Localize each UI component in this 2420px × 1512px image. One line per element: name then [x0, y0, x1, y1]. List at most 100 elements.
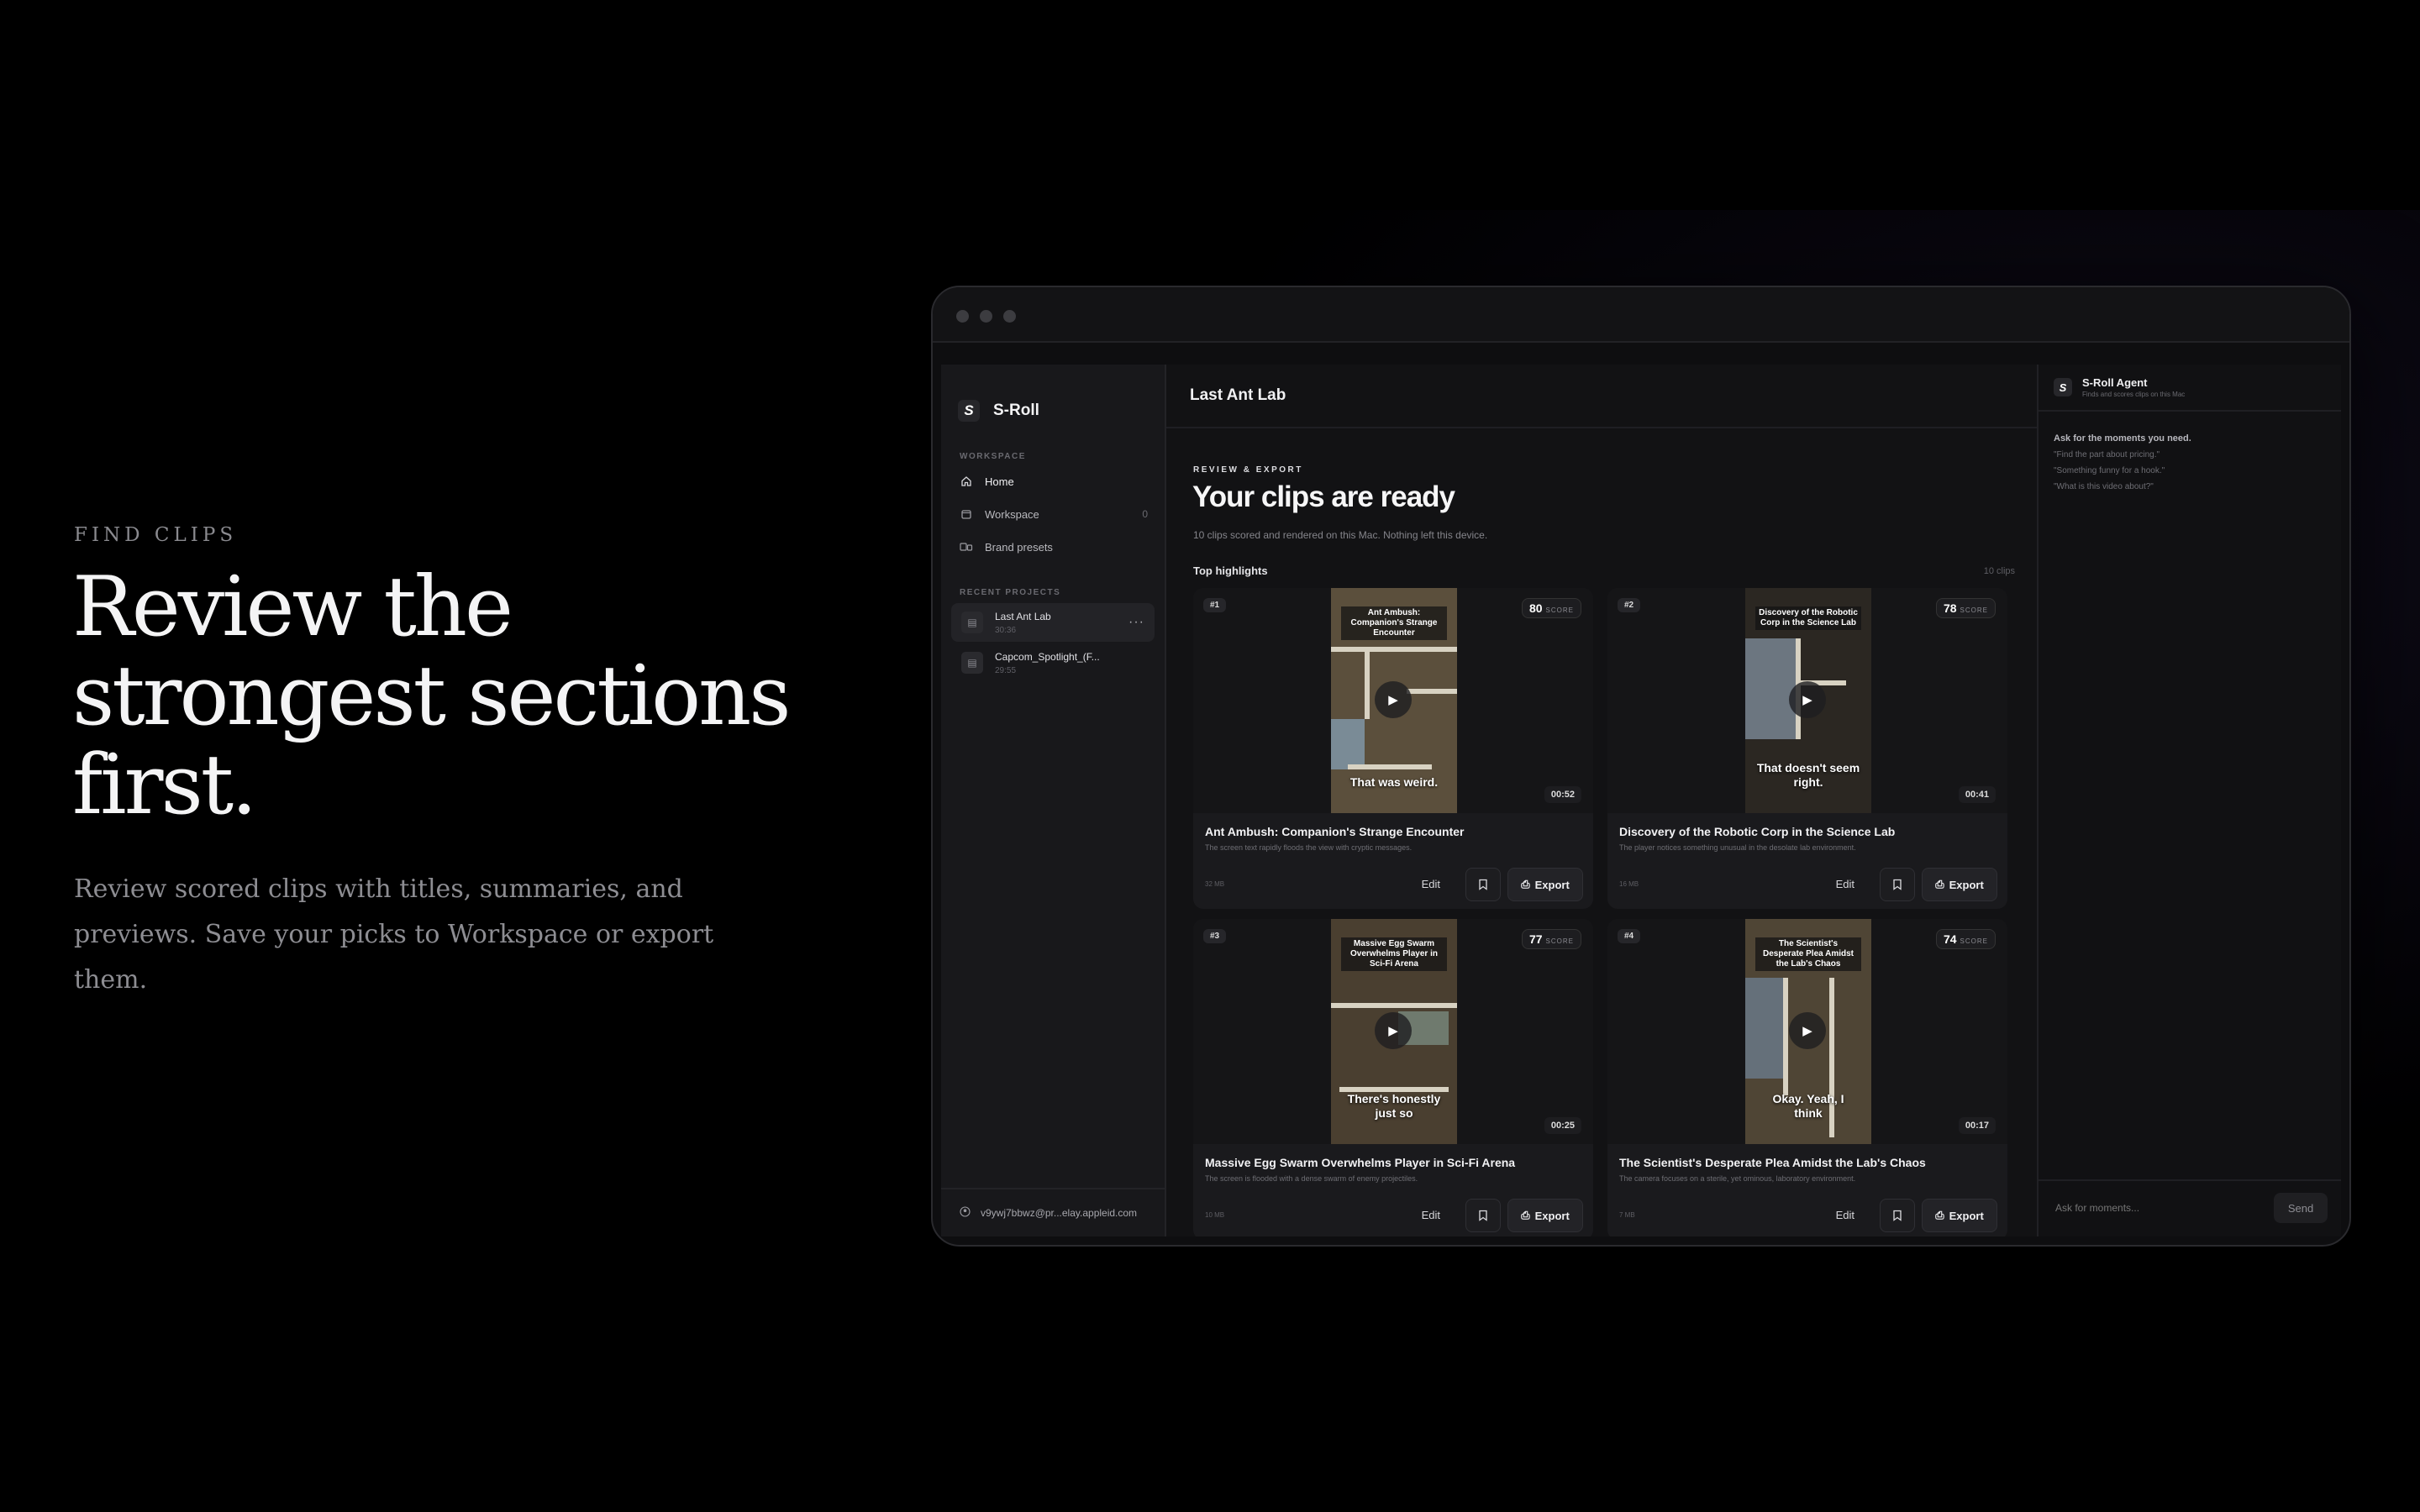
film-icon: ▤: [961, 652, 983, 674]
agent-panel: S S-Roll Agent Finds and scores clips on…: [2037, 365, 2341, 1236]
marketing-body: Review scored clips with titles, summari…: [74, 874, 714, 995]
recent-projects-label: RECENT PROJECTS: [960, 588, 1061, 597]
review-eyebrow: REVIEW & EXPORT: [1193, 465, 1303, 475]
clip-description: The camera focuses on a sterile, yet omi…: [1619, 1174, 1856, 1183]
clip-file-size: 32 MB: [1205, 880, 1225, 888]
score-value: 74: [1943, 932, 1957, 946]
film-icon: ▤: [961, 612, 983, 633]
clip-file-size: 16 MB: [1619, 880, 1639, 888]
sidebar: S S-Roll WORKSPACE Home Workspace 0 Bran…: [941, 365, 1166, 1236]
sidebar-item-label: Brand presets: [985, 540, 1053, 554]
score-label: SCORE: [1960, 937, 1988, 945]
agent-logo-icon: S: [2054, 378, 2072, 396]
score-label: SCORE: [1960, 606, 1988, 614]
bookmark-icon[interactable]: [1880, 868, 1915, 901]
clip-caption: Ant Ambush: Companion's Strange Encounte…: [1341, 606, 1447, 640]
workspace-count: 0: [1142, 508, 1148, 520]
export-button[interactable]: ⎙ Export: [1507, 1199, 1583, 1232]
clip-title: The Scientist's Desperate Plea Amidst th…: [1619, 1156, 1926, 1169]
clip-card[interactable]: Massive Egg Swarm Overwhelms Player in S…: [1193, 919, 1593, 1236]
bookmark-icon[interactable]: [1465, 1199, 1501, 1232]
page-subtitle: 10 clips scored and rendered on this Mac…: [1193, 529, 1488, 541]
agent-example-prompt[interactable]: "What is this video about?": [2054, 482, 2154, 491]
clip-duration: 00:17: [1958, 1117, 1996, 1134]
page-title: Your clips are ready: [1192, 480, 1455, 513]
clip-card[interactable]: Discovery of the Robotic Corp in the Sci…: [1607, 588, 2007, 909]
agent-example-prompt[interactable]: "Find the part about pricing.": [2054, 450, 2160, 459]
edit-button[interactable]: Edit: [1417, 872, 1445, 895]
project-duration: 29:55: [995, 665, 1017, 675]
home-icon: [960, 475, 973, 488]
app-logo: S S-Roll: [958, 400, 1039, 422]
clip-caption: Discovery of the Robotic Corp in the Sci…: [1755, 606, 1861, 630]
clip-caption: Massive Egg Swarm Overwhelms Player in S…: [1341, 937, 1447, 971]
clip-card[interactable]: The Scientist's Desperate Plea Amidst th…: [1607, 919, 2007, 1236]
clip-duration: 00:52: [1544, 786, 1581, 803]
project-item-capcom-spotlight[interactable]: ▤ Capcom_Spotlight_(F... 29:55: [951, 643, 1155, 682]
score-value: 80: [1528, 601, 1543, 615]
rank-badge: #3: [1203, 929, 1227, 943]
agent-intro: Ask for the moments you need.: [2054, 433, 2191, 444]
send-button[interactable]: Send: [2274, 1193, 2328, 1223]
edit-button[interactable]: Edit: [1417, 1203, 1445, 1226]
clip-card[interactable]: Ant Ambush: Companion's Strange Encounte…: [1193, 588, 1593, 909]
rank-badge: #2: [1618, 598, 1641, 612]
sidebar-item-brand-presets[interactable]: Brand presets: [960, 534, 1148, 559]
zoom-window-button[interactable]: [1003, 310, 1016, 323]
folder-icon: [960, 507, 973, 521]
clip-subtitle: There's honestly just so: [1347, 1092, 1441, 1120]
edit-button[interactable]: Edit: [1831, 1203, 1860, 1226]
export-icon: ⎙: [1521, 878, 1530, 890]
logo-mark-icon: S: [958, 400, 980, 422]
score-value: 78: [1943, 601, 1957, 615]
score-badge: 74 SCORE: [1935, 929, 1996, 949]
clip-preview[interactable]: The Scientist's Desperate Plea Amidst th…: [1607, 919, 2007, 1144]
clip-subtitle: That was weird.: [1349, 775, 1439, 789]
project-title: Last Ant Lab: [1166, 365, 2037, 428]
clip-file-size: 7 MB: [1619, 1211, 1635, 1219]
close-window-button[interactable]: [956, 310, 969, 323]
project-name: Capcom_Spotlight_(F...: [995, 650, 1100, 663]
sidebar-item-home[interactable]: Home: [960, 469, 1148, 494]
project-name: Last Ant Lab: [995, 610, 1051, 622]
sidebar-item-label: Home: [985, 475, 1014, 488]
clip-description: The player notices something unusual in …: [1619, 843, 1856, 852]
bookmark-icon[interactable]: [1880, 1199, 1915, 1232]
account-footer[interactable]: v9ywj7bbwz@pr...elay.appleid.com: [941, 1188, 1165, 1236]
clip-preview[interactable]: Massive Egg Swarm Overwhelms Player in S…: [1193, 919, 1593, 1144]
agent-input[interactable]: [2054, 1201, 2259, 1215]
bookmark-icon[interactable]: [1465, 868, 1501, 901]
score-badge: 80 SCORE: [1521, 598, 1581, 618]
play-button[interactable]: ▶: [1375, 681, 1412, 718]
project-item-last-ant-lab[interactable]: ▤ Last Ant Lab 30:36 ···: [951, 603, 1155, 642]
clip-count: 10 clips: [1983, 566, 2015, 576]
play-button[interactable]: ▶: [1375, 1012, 1412, 1049]
edit-button[interactable]: Edit: [1831, 872, 1860, 895]
clip-title: Discovery of the Robotic Corp in the Sci…: [1619, 825, 1896, 838]
clip-preview[interactable]: Ant Ambush: Companion's Strange Encounte…: [1193, 588, 1593, 813]
export-button[interactable]: ⎙ Export: [1507, 868, 1583, 901]
minimize-window-button[interactable]: [980, 310, 992, 323]
account-email: v9ywj7bbwz@pr...elay.appleid.com: [981, 1207, 1138, 1219]
export-label: Export: [1949, 1209, 1984, 1222]
agent-example-prompt[interactable]: "Something funny for a hook.": [2054, 466, 2165, 475]
play-button[interactable]: ▶: [1789, 1012, 1826, 1049]
clip-description: The screen is flooded with a dense swarm…: [1205, 1174, 1418, 1183]
user-icon: [960, 1206, 971, 1220]
export-icon: ⎙: [1935, 1209, 1944, 1221]
more-options-icon[interactable]: ···: [1128, 615, 1144, 630]
agent-name: S-Roll Agent: [2082, 376, 2148, 389]
clip-preview[interactable]: Discovery of the Robotic Corp in the Sci…: [1607, 588, 2007, 813]
export-label: Export: [1949, 878, 1984, 891]
clip-description: The screen text rapidly floods the view …: [1205, 843, 1413, 852]
play-button[interactable]: ▶: [1789, 681, 1826, 718]
clip-duration: 00:25: [1544, 1117, 1581, 1134]
export-icon: ⎙: [1521, 1209, 1530, 1221]
export-icon: ⎙: [1935, 878, 1944, 890]
export-button[interactable]: ⎙ Export: [1922, 1199, 1997, 1232]
sidebar-item-workspace[interactable]: Workspace 0: [960, 501, 1148, 527]
app-window: S S-Roll WORKSPACE Home Workspace 0 Bran…: [931, 286, 2351, 1247]
project-duration: 30:36: [995, 625, 1017, 635]
agent-composer: Send: [2039, 1179, 2341, 1236]
export-button[interactable]: ⎙ Export: [1922, 868, 1997, 901]
